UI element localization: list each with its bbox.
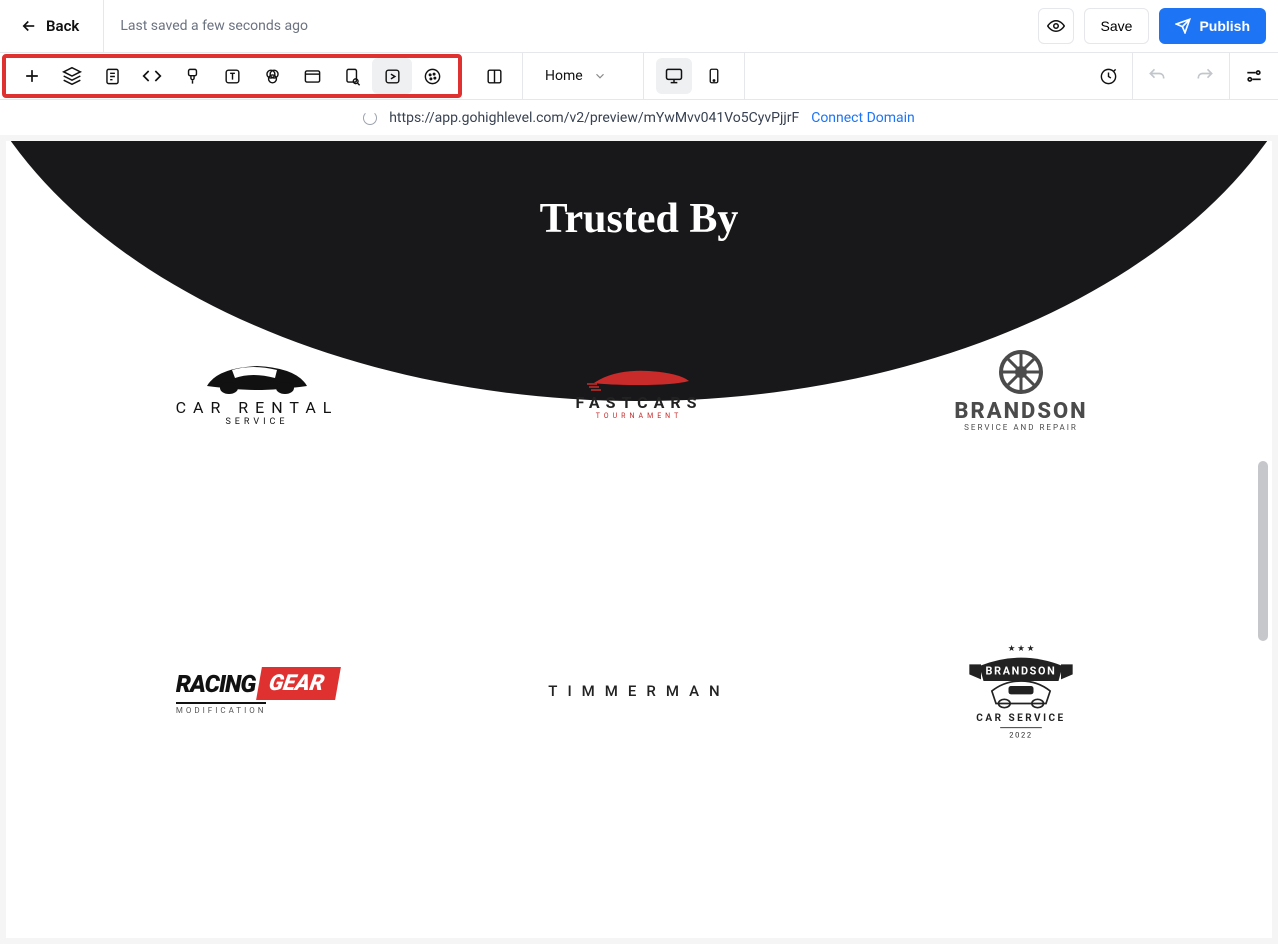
settings-button[interactable] bbox=[1230, 53, 1278, 99]
text-button[interactable] bbox=[212, 58, 252, 94]
canvas-wrapper: Trusted By CAR RENTAL SERVICE bbox=[0, 135, 1278, 944]
overlap-circles-icon bbox=[263, 67, 282, 86]
desktop-icon bbox=[664, 66, 684, 86]
car-silhouette-icon bbox=[197, 356, 317, 398]
arrow-left-icon bbox=[20, 17, 38, 35]
form-icon bbox=[103, 67, 122, 86]
svg-text:BRANDSON: BRANDSON bbox=[986, 664, 1057, 677]
device-switcher bbox=[652, 58, 736, 94]
mobile-view-button[interactable] bbox=[696, 58, 732, 94]
history-button[interactable] bbox=[1084, 53, 1132, 99]
preview-button[interactable] bbox=[1038, 8, 1074, 44]
logo-brandson-badge: ★ ★ ★ BRANDSON CAR SERVICE 2022 bbox=[830, 641, 1212, 741]
redo-icon bbox=[1195, 66, 1215, 86]
logo-timmerman: TIMMERMAN bbox=[448, 641, 830, 741]
separator bbox=[643, 53, 644, 99]
sliders-icon bbox=[1244, 66, 1264, 86]
columns-icon bbox=[485, 67, 504, 86]
logo-grid: CAR RENTAL SERVICE FASTCARS TOURNAMENT bbox=[6, 341, 1272, 938]
logo-racing-gear: RACING GEAR MODIFICATION bbox=[66, 641, 448, 741]
popup-button[interactable] bbox=[372, 58, 412, 94]
toolbar-group-highlighted bbox=[2, 54, 462, 98]
doc-search-icon bbox=[343, 67, 362, 86]
svg-text:2022: 2022 bbox=[1009, 731, 1033, 740]
svg-text:★ ★ ★: ★ ★ ★ bbox=[1008, 644, 1035, 654]
logo-brandson: BRANDSON SERVICE AND REPAIR bbox=[830, 341, 1212, 441]
svg-text:CAR SERVICE: CAR SERVICE bbox=[976, 713, 1065, 724]
layers-icon bbox=[62, 66, 82, 86]
color-button[interactable] bbox=[252, 58, 292, 94]
send-icon bbox=[1175, 18, 1191, 34]
save-button[interactable]: Save bbox=[1084, 8, 1150, 44]
editor-toolbar: Home bbox=[0, 53, 1278, 99]
text-icon bbox=[223, 67, 242, 86]
publish-button[interactable]: Publish bbox=[1159, 8, 1266, 44]
logo-car-rental: CAR RENTAL SERVICE bbox=[66, 341, 448, 441]
fastcar-icon bbox=[579, 363, 699, 393]
logo-text-main: RACING bbox=[176, 670, 255, 698]
code-button[interactable] bbox=[132, 58, 172, 94]
redo-button[interactable] bbox=[1181, 53, 1229, 99]
badge-icon: ★ ★ ★ BRANDSON CAR SERVICE 2022 bbox=[951, 641, 1091, 741]
mobile-icon bbox=[705, 67, 723, 85]
section-title: Trusted By bbox=[6, 195, 1272, 243]
divider bbox=[103, 0, 104, 53]
panel-icon bbox=[303, 67, 322, 86]
publish-label: Publish bbox=[1199, 18, 1250, 34]
popup-icon bbox=[383, 67, 402, 86]
page-selector-label: Home bbox=[545, 68, 583, 84]
logo-title: CAR RENTAL bbox=[176, 398, 339, 417]
canvas-scrollbar[interactable] bbox=[1258, 461, 1268, 641]
logo-subtitle: TOURNAMENT bbox=[576, 412, 703, 420]
layers-button[interactable] bbox=[52, 58, 92, 94]
cookie-icon bbox=[423, 67, 442, 86]
history-icon bbox=[1099, 67, 1118, 86]
logo-title: FASTCARS bbox=[576, 393, 703, 412]
top-bar: Back Last saved a few seconds ago Save P… bbox=[0, 0, 1278, 53]
form-button[interactable] bbox=[92, 58, 132, 94]
logo-title: TIMMERMAN bbox=[548, 682, 729, 700]
separator bbox=[522, 53, 523, 99]
eye-icon bbox=[1047, 17, 1065, 35]
code-icon bbox=[142, 66, 162, 86]
logo-subtitle: SERVICE bbox=[176, 417, 339, 427]
card-button[interactable] bbox=[292, 58, 332, 94]
plus-icon bbox=[22, 66, 42, 86]
columns-button[interactable] bbox=[474, 58, 514, 94]
connect-domain-link[interactable]: Connect Domain bbox=[811, 110, 915, 126]
saved-status: Last saved a few seconds ago bbox=[120, 18, 308, 34]
preview-url: https://app.gohighlevel.com/v2/preview/m… bbox=[389, 110, 799, 126]
back-label: Back bbox=[46, 17, 79, 35]
wheel-icon bbox=[999, 350, 1043, 394]
logo-subtitle: SERVICE AND REPAIR bbox=[954, 424, 1087, 433]
back-button[interactable]: Back bbox=[12, 13, 87, 39]
desktop-view-button[interactable] bbox=[656, 58, 692, 94]
separator bbox=[744, 53, 745, 99]
undo-icon bbox=[1147, 66, 1167, 86]
page-canvas[interactable]: Trusted By CAR RENTAL SERVICE bbox=[6, 141, 1272, 938]
chevron-down-icon bbox=[593, 69, 607, 83]
logo-title: BRANDSON bbox=[954, 400, 1087, 424]
logo-text-gear: GEAR bbox=[256, 667, 341, 700]
seo-button[interactable] bbox=[332, 58, 372, 94]
page-selector[interactable]: Home bbox=[531, 58, 635, 94]
brush-button[interactable] bbox=[172, 58, 212, 94]
undo-button[interactable] bbox=[1133, 53, 1181, 99]
loading-spinner-icon bbox=[363, 111, 377, 125]
cookie-button[interactable] bbox=[412, 58, 452, 94]
brush-icon bbox=[183, 67, 202, 86]
preview-url-bar: https://app.gohighlevel.com/v2/preview/m… bbox=[0, 99, 1278, 135]
add-element-button[interactable] bbox=[12, 58, 52, 94]
logo-fastcars: FASTCARS TOURNAMENT bbox=[448, 341, 830, 441]
logo-subtitle: MODIFICATION bbox=[176, 702, 267, 715]
